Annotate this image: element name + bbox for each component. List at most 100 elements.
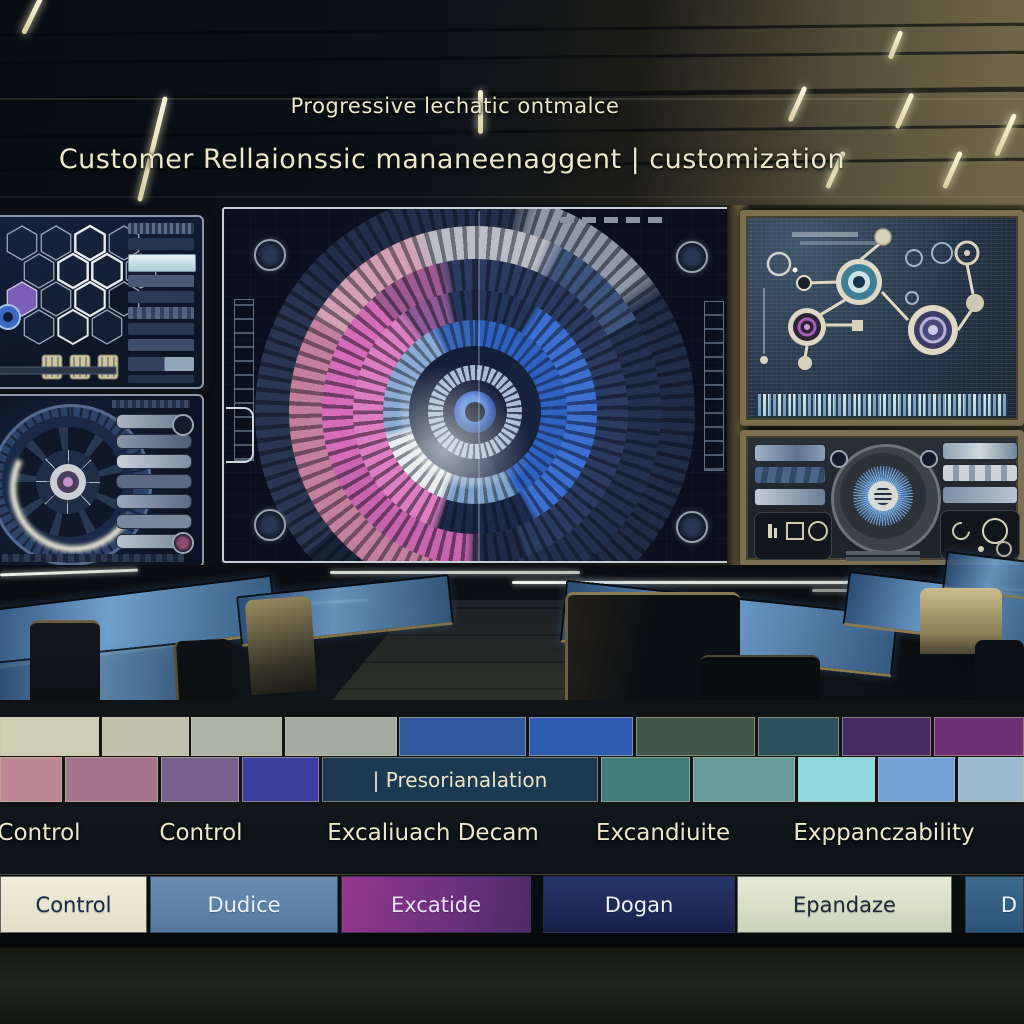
screen-seam	[478, 211, 480, 563]
section-label-control-1: Control	[0, 820, 81, 846]
list-row	[128, 307, 194, 319]
spectrum-barcode	[756, 394, 1008, 416]
console-panel	[740, 430, 1024, 566]
top-dash-row	[560, 217, 670, 223]
corner-bolt	[254, 239, 286, 271]
palette-swatch[interactable]	[399, 717, 526, 756]
palette-swatch[interactable]	[285, 717, 397, 756]
vent-line	[846, 557, 920, 561]
corner-bolt	[676, 241, 708, 273]
list-row	[128, 357, 194, 371]
button-excatide[interactable]: Excatide	[341, 876, 531, 933]
section-label-control-2: Control	[159, 820, 242, 846]
list-row	[128, 291, 194, 303]
section-label-excaliuach: Excaliuach Decam	[327, 820, 538, 846]
right-scale	[704, 301, 724, 471]
list-row	[128, 275, 194, 287]
button-epandaze[interactable]: Epandaze	[737, 876, 952, 933]
button-dudice[interactable]: Dudice	[150, 876, 338, 933]
palette-label-cell[interactable]: | Presorianalation	[322, 757, 598, 802]
palette-swatch[interactable]	[758, 717, 839, 756]
palette-swatch[interactable]	[191, 717, 282, 756]
button-row: Control Dudice Excatide Dogan Epandaze D	[0, 876, 1024, 933]
control-slat[interactable]	[116, 434, 192, 449]
console-slat[interactable]	[942, 464, 1018, 482]
palette-swatch[interactable]	[0, 757, 62, 802]
palette-swatch[interactable]	[0, 717, 99, 756]
corner-bolt	[254, 509, 286, 541]
knob[interactable]	[172, 532, 194, 554]
palette-swatch[interactable]	[693, 757, 795, 802]
glyph-bar	[768, 524, 772, 538]
vent-line	[846, 551, 920, 555]
control-slat[interactable]	[116, 454, 192, 469]
palette-swatch[interactable]	[529, 717, 633, 756]
control-slat[interactable]	[116, 474, 192, 489]
button-control[interactable]: Control	[0, 876, 147, 933]
section-label-exppanczability: Exppanczability	[793, 820, 974, 846]
button-dogan[interactable]: Dogan	[543, 876, 735, 933]
chair	[245, 596, 317, 695]
palette-row-2: | Presorianalation	[0, 757, 1024, 802]
knob[interactable]	[172, 414, 194, 436]
scene-root: Progressive lechatic ontmalce Customer R…	[0, 0, 1024, 1024]
list-row	[128, 238, 194, 250]
control-room	[0, 565, 1024, 717]
corner-bolt	[676, 511, 708, 543]
control-strip	[112, 400, 190, 408]
ceiling-beam	[0, 50, 1024, 64]
console-slat[interactable]	[754, 444, 826, 462]
status-bar	[128, 223, 194, 234]
console-bolt	[830, 450, 848, 468]
hex-grid-panel	[0, 215, 204, 389]
console-slat[interactable]	[754, 488, 826, 506]
palette-swatch[interactable]	[958, 757, 1024, 802]
dial-pupil	[63, 477, 73, 487]
palette-swatch[interactable]	[934, 717, 1024, 756]
palette-swatch[interactable]	[242, 757, 319, 802]
palette-swatch[interactable]	[636, 717, 755, 756]
light-strip	[0, 569, 138, 577]
page-title: Progressive lechatic ontmalce	[291, 94, 620, 118]
dot-glyph	[978, 546, 984, 552]
palette-swatch[interactable]	[601, 757, 690, 802]
ceiling-light	[21, 0, 44, 35]
console-bolt	[920, 450, 938, 468]
control-slat[interactable]	[116, 494, 192, 509]
list-row	[128, 323, 194, 335]
section-label-row: Control Control Excaliuach Decam Excandi…	[0, 806, 1024, 874]
palette-swatch[interactable]	[161, 757, 239, 802]
left-bracket	[226, 407, 254, 463]
network-panel	[740, 210, 1024, 426]
speaker-grill-icon	[874, 487, 892, 505]
highlight-row	[128, 254, 196, 272]
section-label-excandiuite: Excandiuite	[596, 820, 730, 846]
ceiling-light	[888, 30, 904, 60]
console-slat[interactable]	[942, 442, 1018, 460]
hex-panel-footer-bar	[0, 367, 116, 374]
network-nodes	[788, 229, 984, 370]
network-diagram	[746, 216, 1018, 420]
button-partial[interactable]: D	[965, 876, 1024, 933]
square-glyph	[786, 522, 804, 540]
palette-swatch[interactable]	[798, 757, 875, 802]
circle-glyph	[808, 521, 828, 541]
floor	[0, 933, 1024, 1024]
main-iris-screen	[222, 207, 732, 563]
palette-swatch[interactable]	[878, 757, 955, 802]
palette-swatch[interactable]	[102, 717, 189, 756]
button-row-divider	[0, 874, 1024, 875]
ceiling-light	[994, 113, 1017, 157]
control-slat[interactable]	[116, 514, 192, 529]
dial-panel	[0, 394, 204, 568]
ceiling-light	[942, 151, 963, 190]
console-slat[interactable]	[754, 466, 826, 484]
palette-swatch[interactable]	[65, 757, 158, 802]
console-slat[interactable]	[942, 486, 1018, 504]
palette-swatch[interactable]	[842, 717, 931, 756]
iris-glare	[400, 337, 550, 487]
blue-node-hex	[0, 305, 20, 329]
ceiling-beam	[0, 22, 1024, 36]
sketch-circles	[906, 243, 952, 304]
dial-panel-footer	[2, 554, 184, 562]
